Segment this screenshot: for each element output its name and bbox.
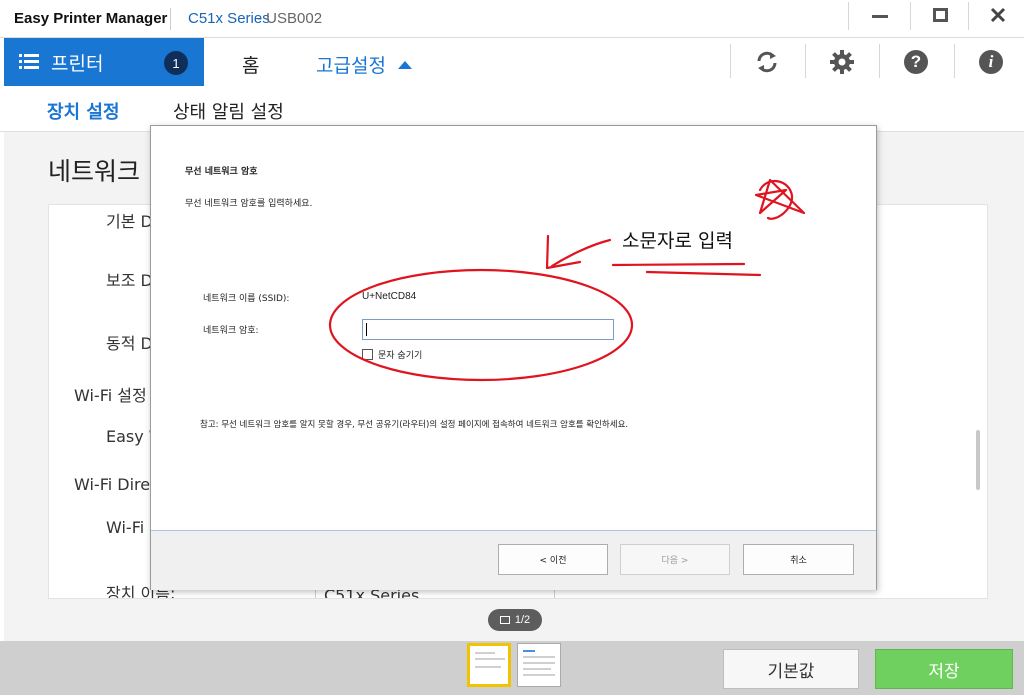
default-values-button[interactable]: 기본값: [723, 649, 859, 689]
save-button[interactable]: 저장: [875, 649, 1013, 689]
text-caret: [366, 323, 367, 336]
password-label: 네트워크 암호:: [203, 326, 259, 336]
minimize-button[interactable]: [852, 0, 908, 30]
page-thumbnail-2[interactable]: [517, 643, 561, 687]
page-thumbnail-1[interactable]: [467, 643, 511, 687]
info-button[interactable]: i: [956, 38, 1024, 86]
cancel-button[interactable]: 취소: [743, 544, 854, 575]
scrollbar[interactable]: [976, 430, 980, 490]
divider: [954, 44, 955, 78]
divider: [730, 44, 731, 78]
section-title-network: 네트워크: [48, 157, 141, 186]
refresh-icon: [757, 51, 777, 73]
tab-advanced-settings[interactable]: 고급설정: [316, 51, 412, 78]
hide-characters-checkbox[interactable]: [362, 349, 373, 360]
maximize-icon: [932, 8, 948, 22]
ssid-label: 네트워크 이름 (SSID):: [203, 294, 290, 304]
pages-icon: [499, 616, 510, 624]
tab-status-alert-settings[interactable]: 상태 알림 설정: [173, 98, 284, 124]
setting-row-label: Wi-Fi: [106, 518, 145, 537]
refresh-button[interactable]: [732, 38, 802, 86]
app-title: Easy Printer Manager: [14, 10, 168, 27]
settings-button[interactable]: [807, 38, 877, 86]
printer-port: - USB002: [257, 10, 323, 27]
help-icon: ?: [904, 50, 928, 74]
ssid-value: U+NetCD84: [362, 291, 417, 302]
divider: [805, 44, 806, 78]
nav-bar: 프린터 1 홈 고급설정 ? i: [0, 38, 1024, 86]
printer-list-tab[interactable]: 프린터 1: [4, 38, 204, 86]
divider: [879, 44, 880, 78]
list-icon: [19, 54, 39, 70]
setting-row-label: 기본 D: [106, 212, 153, 231]
page-number: 1/2: [514, 614, 531, 626]
setting-group-label: Wi-Fi Direc: [74, 475, 159, 494]
tab-home[interactable]: 홈: [242, 51, 259, 78]
minimize-icon: [872, 14, 888, 18]
divider: [910, 2, 911, 30]
hide-characters-label: 문자 숨기기: [378, 351, 423, 361]
dialog-title: 무선 네트워크 암호: [185, 167, 258, 177]
maximize-button[interactable]: [912, 0, 968, 30]
gear-icon: [830, 50, 854, 74]
page-indicator: 1/2: [488, 609, 542, 631]
annotation-text: 소문자로 입력: [622, 230, 733, 252]
setting-group-label: Wi-Fi 설정: [74, 386, 147, 405]
close-button[interactable]: [970, 0, 1024, 30]
divider: [968, 2, 969, 30]
caret-up-icon: [397, 60, 412, 69]
close-icon: [990, 7, 1006, 23]
password-input[interactable]: [362, 319, 614, 340]
previous-button[interactable]: < 이전: [498, 544, 608, 575]
bottom-bar: 기본값 저장: [0, 641, 1024, 695]
printer-count-badge: 1: [164, 51, 188, 75]
title-bar: Easy Printer Manager C51x Series - USB00…: [0, 0, 1024, 38]
printer-tab-label: 프린터: [51, 52, 104, 75]
tab-advanced-label: 고급설정: [316, 55, 386, 77]
dialog-instruction: 무선 네트워크 암호를 입력하세요.: [185, 199, 313, 209]
setting-row-label: 동적 D: [106, 334, 153, 353]
next-button[interactable]: 다음 >: [620, 544, 730, 575]
setting-row-label: 보조 D: [106, 271, 153, 290]
help-button[interactable]: ?: [881, 38, 951, 86]
tab-device-settings[interactable]: 장치 설정: [47, 98, 120, 124]
wireless-password-dialog: 무선 네트워크 암호 무선 네트워크 암호를 입력하세요. 네트워크 이름 (S…: [150, 125, 877, 590]
title-divider: [170, 8, 171, 30]
info-icon: i: [979, 50, 1003, 74]
divider: [848, 2, 849, 30]
dialog-note: 참고: 무선 네트워크 암호를 알지 못할 경우, 무선 공유기(라우터)의 설…: [200, 420, 629, 430]
